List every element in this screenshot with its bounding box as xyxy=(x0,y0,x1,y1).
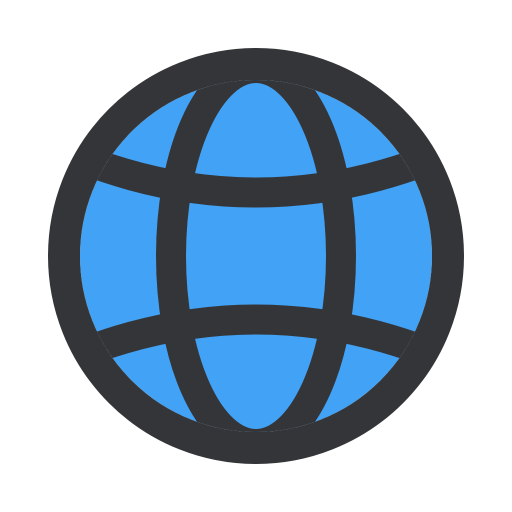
icon-canvas xyxy=(0,0,512,512)
globe-icon xyxy=(48,48,464,464)
globe-fill xyxy=(80,80,432,432)
